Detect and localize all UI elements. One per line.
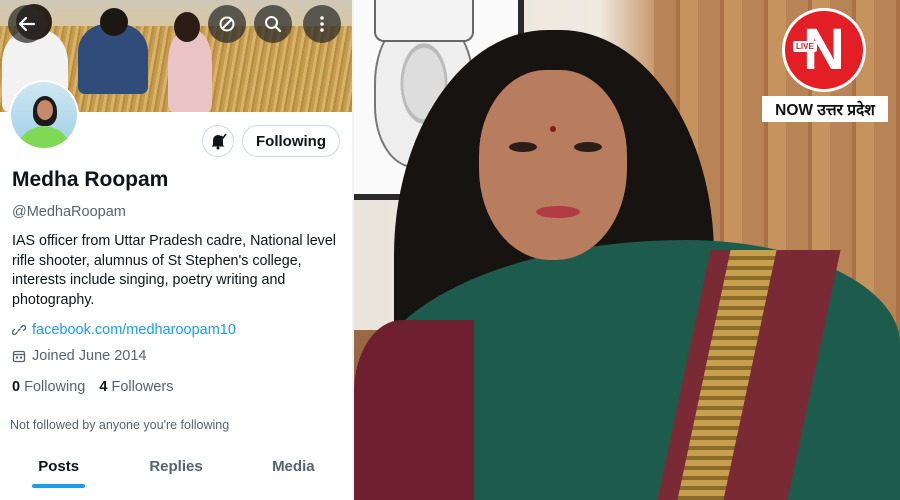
profile-website-link[interactable]: facebook.com/medharoopam10 bbox=[32, 322, 236, 338]
profile-joined-row: Joined June 2014 bbox=[12, 348, 147, 364]
more-button[interactable] bbox=[303, 5, 341, 43]
not-followed-notice: Not followed by anyone you're following bbox=[10, 418, 230, 432]
back-button[interactable] bbox=[8, 5, 46, 43]
tab-replies[interactable]: Replies bbox=[117, 450, 234, 490]
tab-media[interactable]: Media bbox=[235, 450, 352, 490]
profile-bio: IAS officer from Uttar Pradesh cadre, Na… bbox=[12, 233, 336, 308]
tab-posts[interactable]: Posts bbox=[0, 450, 117, 490]
followers-count-link[interactable]: 4 Followers bbox=[99, 379, 173, 395]
link-icon bbox=[12, 324, 26, 336]
back-arrow-icon bbox=[18, 16, 36, 32]
news-brand-label: NOW उत्तर प्रदेश bbox=[762, 96, 888, 122]
live-badge: LIVE bbox=[793, 41, 817, 52]
avatar[interactable] bbox=[9, 80, 79, 150]
profile-link-row: facebook.com/medharoopam10 bbox=[12, 322, 236, 338]
profile-name: Medha Roopam bbox=[12, 168, 169, 191]
profile-tabs: Posts Replies Media bbox=[0, 450, 352, 490]
notification-bell-button[interactable] bbox=[202, 125, 234, 157]
calendar-icon bbox=[12, 350, 26, 363]
refresh-icon bbox=[219, 16, 235, 32]
following-button[interactable]: Following bbox=[242, 125, 340, 157]
more-vertical-icon bbox=[320, 16, 324, 32]
profile-handle: @MedhaRoopam bbox=[12, 204, 126, 220]
following-count-link[interactable]: 0 Following bbox=[12, 379, 85, 395]
refresh-button[interactable] bbox=[208, 5, 246, 43]
search-button[interactable] bbox=[254, 5, 292, 43]
follow-counts: 0 Following 4 Followers bbox=[12, 379, 174, 395]
profile-joined-date: Joined June 2014 bbox=[32, 348, 147, 364]
news-logo: N LIVE bbox=[782, 8, 866, 92]
bell-icon bbox=[211, 133, 227, 150]
profile-panel: Following Medha Roopam @MedhaRoopam IAS … bbox=[0, 0, 352, 500]
search-icon bbox=[265, 16, 282, 33]
